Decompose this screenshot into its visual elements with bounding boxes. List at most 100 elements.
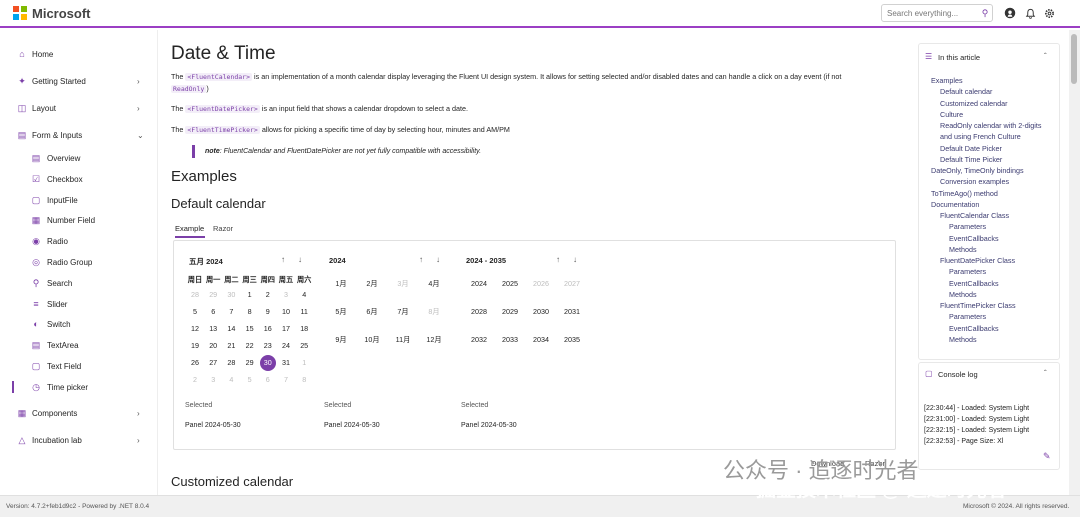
calendar-day[interactable]: 9	[259, 304, 277, 320]
calendar-day[interactable]: 1	[295, 355, 313, 371]
calendar-day[interactable]: 11	[295, 304, 313, 320]
sidebar-item-getting-started[interactable]: ✦ Getting Started ›	[0, 71, 158, 91]
calendar-day[interactable]: 2	[186, 372, 204, 388]
month-cell[interactable]: 11月	[388, 332, 418, 348]
toc-link[interactable]: Methods	[949, 335, 977, 344]
tab-example[interactable]: Example	[175, 224, 204, 233]
month-cell[interactable]: 1月	[326, 276, 356, 292]
toc-link[interactable]: Examples	[931, 76, 963, 85]
year-cell[interactable]: 2029	[495, 304, 525, 320]
calendar-day[interactable]: 29	[241, 355, 259, 371]
toc-link[interactable]: Customized calendar	[940, 99, 1008, 108]
calendar-day[interactable]: 31	[277, 355, 295, 371]
arrow-down-icon[interactable]: ↓	[436, 255, 440, 264]
year-cell[interactable]: 2028	[464, 304, 494, 320]
calendar-day[interactable]: 29	[204, 287, 222, 303]
sidebar-item-radio[interactable]: ◉ Radio	[0, 231, 158, 251]
year-cell[interactable]: 2024	[464, 276, 494, 292]
search-icon[interactable]: ⚲	[978, 8, 992, 19]
month-cell[interactable]: 12月	[419, 332, 449, 348]
month-year-title[interactable]: 五月 2024	[189, 256, 223, 267]
toc-link[interactable]: Parameters	[949, 312, 986, 321]
sidebar-item-home[interactable]: ⌂ Home	[0, 44, 158, 64]
calendar-day[interactable]: 6	[204, 304, 222, 320]
sidebar-item-text-field[interactable]: ▢ Text Field	[0, 356, 158, 376]
calendar-day[interactable]: 17	[277, 321, 295, 337]
calendar-day[interactable]: 5	[186, 304, 204, 320]
toc-link[interactable]: Conversion examples	[940, 177, 1009, 186]
toc-link[interactable]: Parameters	[949, 222, 986, 231]
calendar-day[interactable]: 19	[186, 338, 204, 354]
sidebar-item-time-picker[interactable]: ◷ Time picker	[0, 377, 158, 397]
month-cell[interactable]: 4月	[419, 276, 449, 292]
month-cell[interactable]: 3月	[388, 276, 418, 292]
sidebar-item-switch[interactable]: ◐ Switch	[0, 314, 158, 334]
github-icon[interactable]	[1004, 7, 1016, 19]
arrow-up-icon[interactable]: ↑	[419, 255, 423, 264]
calendar-day[interactable]: 15	[241, 321, 259, 337]
search-input[interactable]: Search everything... ⚲	[881, 4, 993, 22]
calendar-day[interactable]: 14	[222, 321, 240, 337]
month-cell[interactable]: 2月	[357, 276, 387, 292]
calendar-day[interactable]: 28	[222, 355, 240, 371]
calendar-day[interactable]: 26	[186, 355, 204, 371]
toc-link[interactable]: EventCallbacks	[949, 234, 999, 243]
chevron-up-icon[interactable]: ˆ	[1044, 369, 1047, 378]
calendar-day[interactable]: 20	[204, 338, 222, 354]
sidebar-item-layout[interactable]: ◫ Layout ›	[0, 98, 158, 118]
toc-link[interactable]: Parameters	[949, 267, 986, 276]
year-cell[interactable]: 2025	[495, 276, 525, 292]
year-cell[interactable]: 2026	[526, 276, 556, 292]
sidebar-item-overview[interactable]: ▤ Overview	[0, 148, 158, 168]
arrow-down-icon[interactable]: ↓	[573, 255, 577, 264]
year-cell[interactable]: 2031	[557, 304, 587, 320]
toc-link[interactable]: EventCallbacks	[949, 279, 999, 288]
sidebar-item-checkbox[interactable]: ☑ Checkbox	[0, 169, 158, 189]
toc-link[interactable]: ToTimeAgo() method	[931, 189, 998, 198]
gear-icon[interactable]	[1043, 7, 1055, 19]
year-cell[interactable]: 2027	[557, 276, 587, 292]
chevron-up-icon[interactable]: ˆ	[1044, 52, 1047, 61]
arrow-down-icon[interactable]: ↓	[298, 255, 302, 264]
toc-link[interactable]: Culture	[940, 110, 963, 119]
sidebar-item-components[interactable]: ▦ Components ›	[0, 403, 158, 423]
toc-link[interactable]: DateOnly, TimeOnly bindings	[931, 166, 1024, 175]
month-cell[interactable]: 6月	[357, 304, 387, 320]
calendar-day[interactable]: 27	[204, 355, 222, 371]
toc-link[interactable]: FluentDatePicker Class	[940, 256, 1015, 265]
sidebar-item-search[interactable]: ⚲ Search	[0, 273, 158, 293]
calendar-day[interactable]: 8	[295, 372, 313, 388]
toc-link[interactable]: FluentCalendar Class	[940, 211, 1009, 220]
sidebar-item-slider[interactable]: ≡ Slider	[0, 294, 158, 314]
calendar-day[interactable]: 4	[295, 287, 313, 303]
calendar-day[interactable]: 12	[186, 321, 204, 337]
toc-link[interactable]: Methods	[949, 245, 977, 254]
page-scrollbar[interactable]	[1069, 30, 1080, 495]
calendar-day[interactable]: 23	[259, 338, 277, 354]
calendar-day[interactable]: 5	[241, 372, 259, 388]
toc-link[interactable]: Default calendar	[940, 87, 992, 96]
month-cell[interactable]: 7月	[388, 304, 418, 320]
year-cell[interactable]: 2034	[526, 332, 556, 348]
year-cell[interactable]: 2033	[495, 332, 525, 348]
year-title[interactable]: 2024	[329, 256, 346, 265]
calendar-day[interactable]: 2	[259, 287, 277, 303]
year-cell[interactable]: 2032	[464, 332, 494, 348]
toc-link[interactable]: Default Time Picker	[940, 155, 1002, 164]
arrow-up-icon[interactable]: ↑	[281, 255, 285, 264]
calendar-day[interactable]: 21	[222, 338, 240, 354]
tab-razor[interactable]: Razor	[213, 224, 233, 233]
calendar-day[interactable]: 3	[204, 372, 222, 388]
calendar-day[interactable]: 8	[241, 304, 259, 320]
calendar-day[interactable]: 28	[186, 287, 204, 303]
toc-link[interactable]: EventCallbacks	[949, 324, 999, 333]
calendar-day[interactable]: 16	[259, 321, 277, 337]
sidebar-item-radio-group[interactable]: ◎ Radio Group	[0, 252, 158, 272]
sidebar-item-number-field[interactable]: ▦ Number Field	[0, 210, 158, 230]
calendar-day[interactable]: 30	[222, 287, 240, 303]
calendar-day[interactable]: 1	[241, 287, 259, 303]
selected-day[interactable]: 30	[259, 355, 276, 371]
month-cell[interactable]: 10月	[357, 332, 387, 348]
bell-icon[interactable]	[1024, 7, 1036, 19]
year-cell[interactable]: 2035	[557, 332, 587, 348]
